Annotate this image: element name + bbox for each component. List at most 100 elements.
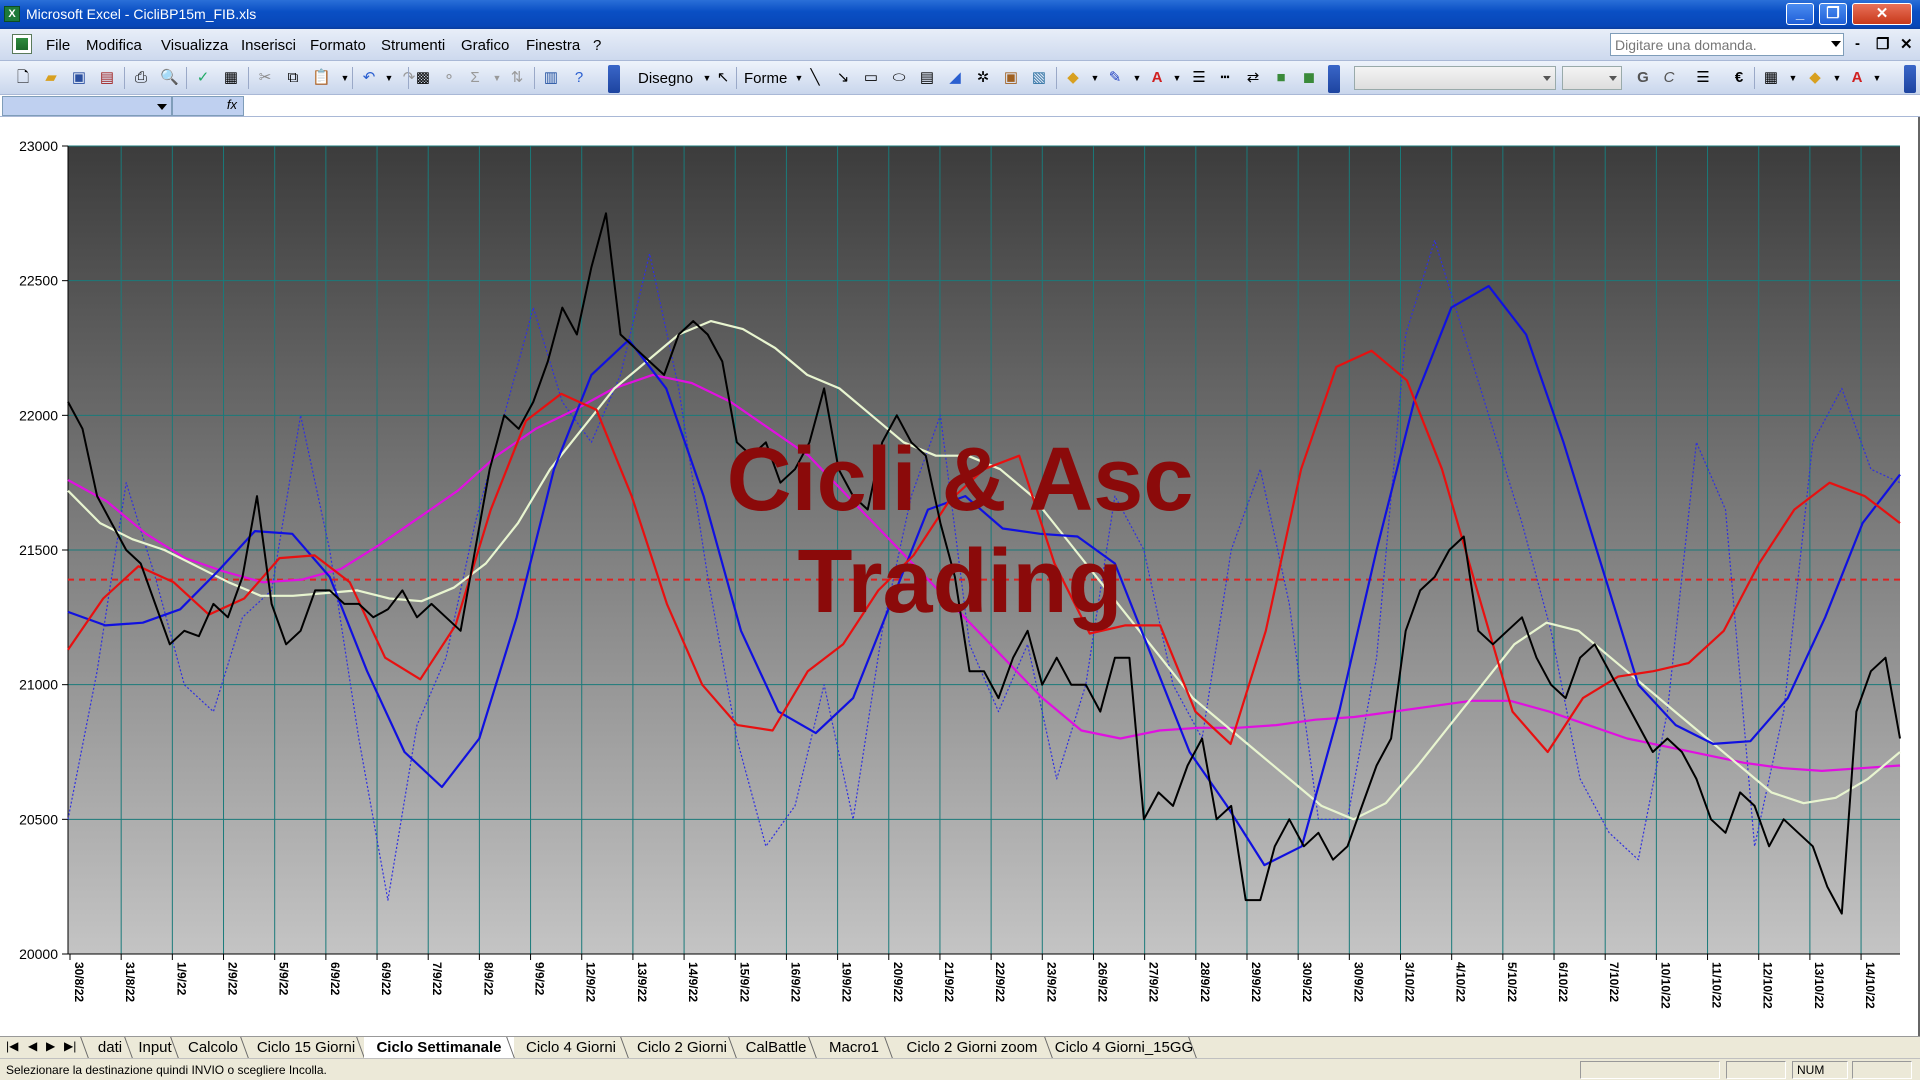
3d-icon[interactable]: ◼: [1300, 69, 1318, 87]
menu-strumenti[interactable]: Strumenti: [381, 37, 445, 54]
italic-button[interactable]: C: [1660, 69, 1678, 87]
sheet-tab[interactable]: Ciclo 4 Giorni_15GG: [1052, 1037, 1196, 1058]
paste-icon[interactable]: 📋: [312, 69, 331, 87]
doc-restore-button[interactable]: ❐: [1876, 35, 1889, 53]
align-icon[interactable]: ☰: [1694, 69, 1712, 87]
spelling-icon[interactable]: ✓: [194, 69, 212, 87]
x-tick-label: 8/9/22: [481, 962, 495, 996]
textbox-icon[interactable]: ▤: [918, 69, 936, 87]
sheet-tab[interactable]: Ciclo Settimanale: [364, 1037, 514, 1058]
sheet-tab[interactable]: Calcolo: [178, 1037, 248, 1058]
permission-icon[interactable]: ▤: [98, 69, 116, 87]
text-color-dropdown-icon[interactable]: ▼: [1868, 69, 1886, 87]
insert-function-button[interactable]: fx: [172, 96, 244, 116]
menu-help[interactable]: ?: [593, 37, 601, 54]
undo-dropdown-icon[interactable]: ▼: [380, 69, 398, 87]
drawing-toolbar-options-icon[interactable]: [1328, 65, 1340, 93]
prev-sheet-icon[interactable]: ◀: [28, 1039, 37, 1053]
save-icon[interactable]: ▣: [70, 69, 88, 87]
line-color-icon[interactable]: ✎: [1106, 69, 1124, 87]
cut-icon[interactable]: ✂: [256, 69, 274, 87]
font-size-select[interactable]: [1562, 66, 1622, 90]
toolbar-options-icon[interactable]: [608, 65, 620, 93]
text-color-icon[interactable]: A: [1848, 69, 1866, 87]
font-color-dropdown-icon[interactable]: ▼: [1168, 69, 1186, 87]
arrow-style-icon[interactable]: ⇄: [1244, 69, 1262, 87]
num-lock-indicator: NUM: [1792, 1061, 1848, 1079]
next-sheet-icon[interactable]: ▶: [46, 1039, 55, 1053]
sheet-tab[interactable]: Ciclo 2 Giorni zoom: [892, 1037, 1052, 1058]
euro-icon[interactable]: €: [1730, 69, 1748, 87]
x-tick-label: 20/9/22: [891, 962, 905, 1002]
menu-inserisci[interactable]: Inserisci: [241, 37, 296, 54]
new-icon[interactable]: 🗋: [14, 69, 32, 87]
last-sheet-icon[interactable]: ▶|: [64, 1039, 76, 1053]
select-objects-icon[interactable]: ↖: [714, 69, 732, 87]
formula-bar: fx: [0, 95, 1920, 117]
x-tick-label: 30/8/22: [72, 962, 86, 1002]
borders-icon[interactable]: ▦: [1762, 69, 1780, 87]
autosum-chain-icon[interactable]: ⚬: [440, 69, 458, 87]
hyperlink-icon[interactable]: ▩: [414, 69, 432, 87]
name-box[interactable]: [2, 96, 172, 116]
menu-modifica[interactable]: Modifica: [86, 37, 142, 54]
fill-color-icon[interactable]: ◆: [1064, 69, 1082, 87]
clipart-icon[interactable]: ▣: [1002, 69, 1020, 87]
workbook-icon[interactable]: [12, 34, 32, 54]
research-icon[interactable]: ▦: [222, 69, 240, 87]
cell-fill-dropdown-icon[interactable]: ▼: [1828, 69, 1846, 87]
line-icon[interactable]: ╲: [806, 69, 824, 87]
rectangle-icon[interactable]: ▭: [862, 69, 880, 87]
excel-app-icon[interactable]: X: [4, 6, 20, 22]
open-icon[interactable]: ▰: [42, 69, 60, 87]
font-name-select[interactable]: [1354, 66, 1556, 90]
diagram-icon[interactable]: ✲: [974, 69, 992, 87]
ask-dropdown-icon[interactable]: [1831, 41, 1841, 47]
shapes-menu-button[interactable]: Forme: [744, 70, 787, 87]
sheet-tab[interactable]: Macro1: [816, 1037, 892, 1058]
sort-icon[interactable]: ⇅: [508, 69, 526, 87]
help-icon[interactable]: ?: [570, 69, 588, 87]
chart-wizard-icon[interactable]: ▥: [542, 69, 560, 87]
picture-icon[interactable]: ▧: [1030, 69, 1048, 87]
menu-formato[interactable]: Formato: [310, 37, 366, 54]
oval-icon[interactable]: ⬭: [890, 69, 908, 87]
sheet-tab[interactable]: Ciclo 4 Giorni: [514, 1037, 628, 1058]
line-style-icon[interactable]: ☰: [1190, 69, 1208, 87]
first-sheet-icon[interactable]: |◀: [6, 1039, 18, 1053]
x-tick-label: 30/9/22: [1351, 962, 1365, 1002]
copy-icon[interactable]: ⧉: [284, 69, 302, 87]
sheet-tab[interactable]: CalBattle: [736, 1037, 816, 1058]
print-icon[interactable]: ⎙: [132, 69, 150, 87]
arrow-icon[interactable]: ↘: [834, 69, 852, 87]
line-chart[interactable]: 20000 20500 21000 21500 22000 22500 23000 30/8…: [0, 117, 1920, 1036]
format-toolbar-options-icon[interactable]: [1904, 65, 1916, 93]
menu-visualizza[interactable]: Visualizza: [161, 37, 228, 54]
fill-color-dropdown-icon[interactable]: ▼: [1086, 69, 1104, 87]
menu-finestra[interactable]: Finestra: [526, 37, 580, 54]
bold-button[interactable]: G: [1634, 69, 1652, 87]
undo-icon[interactable]: ↶: [360, 69, 378, 87]
close-button[interactable]: ✕: [1852, 3, 1912, 25]
line-color-dropdown-icon[interactable]: ▼: [1128, 69, 1146, 87]
cell-fill-icon[interactable]: ◆: [1806, 69, 1824, 87]
sheet-tab[interactable]: Ciclo 15 Giorni: [248, 1037, 364, 1058]
menu-file[interactable]: File: [46, 37, 70, 54]
name-box-dropdown-icon[interactable]: [157, 104, 167, 110]
ask-question-input[interactable]: Digitare una domanda.: [1610, 33, 1844, 56]
draw-menu-button[interactable]: Disegno: [638, 70, 693, 87]
autosum-dropdown-icon[interactable]: ▼: [488, 69, 506, 87]
sheet-tab[interactable]: Ciclo 2 Giorni: [628, 1037, 736, 1058]
borders-dropdown-icon[interactable]: ▼: [1784, 69, 1802, 87]
font-color-icon[interactable]: A: [1148, 69, 1166, 87]
minimize-button[interactable]: _: [1786, 3, 1814, 25]
autosum-icon[interactable]: Σ: [466, 69, 484, 87]
menu-grafico[interactable]: Grafico: [461, 37, 509, 54]
dash-style-icon[interactable]: ┅: [1216, 69, 1234, 87]
doc-close-button[interactable]: ✕: [1900, 35, 1913, 53]
doc-minimize-button[interactable]: -: [1855, 35, 1860, 52]
print-preview-icon[interactable]: 🔍: [160, 69, 179, 87]
wordart-icon[interactable]: ◢: [946, 69, 964, 87]
shadow-icon[interactable]: ■: [1272, 69, 1290, 87]
maximize-button[interactable]: ❐: [1819, 3, 1847, 25]
